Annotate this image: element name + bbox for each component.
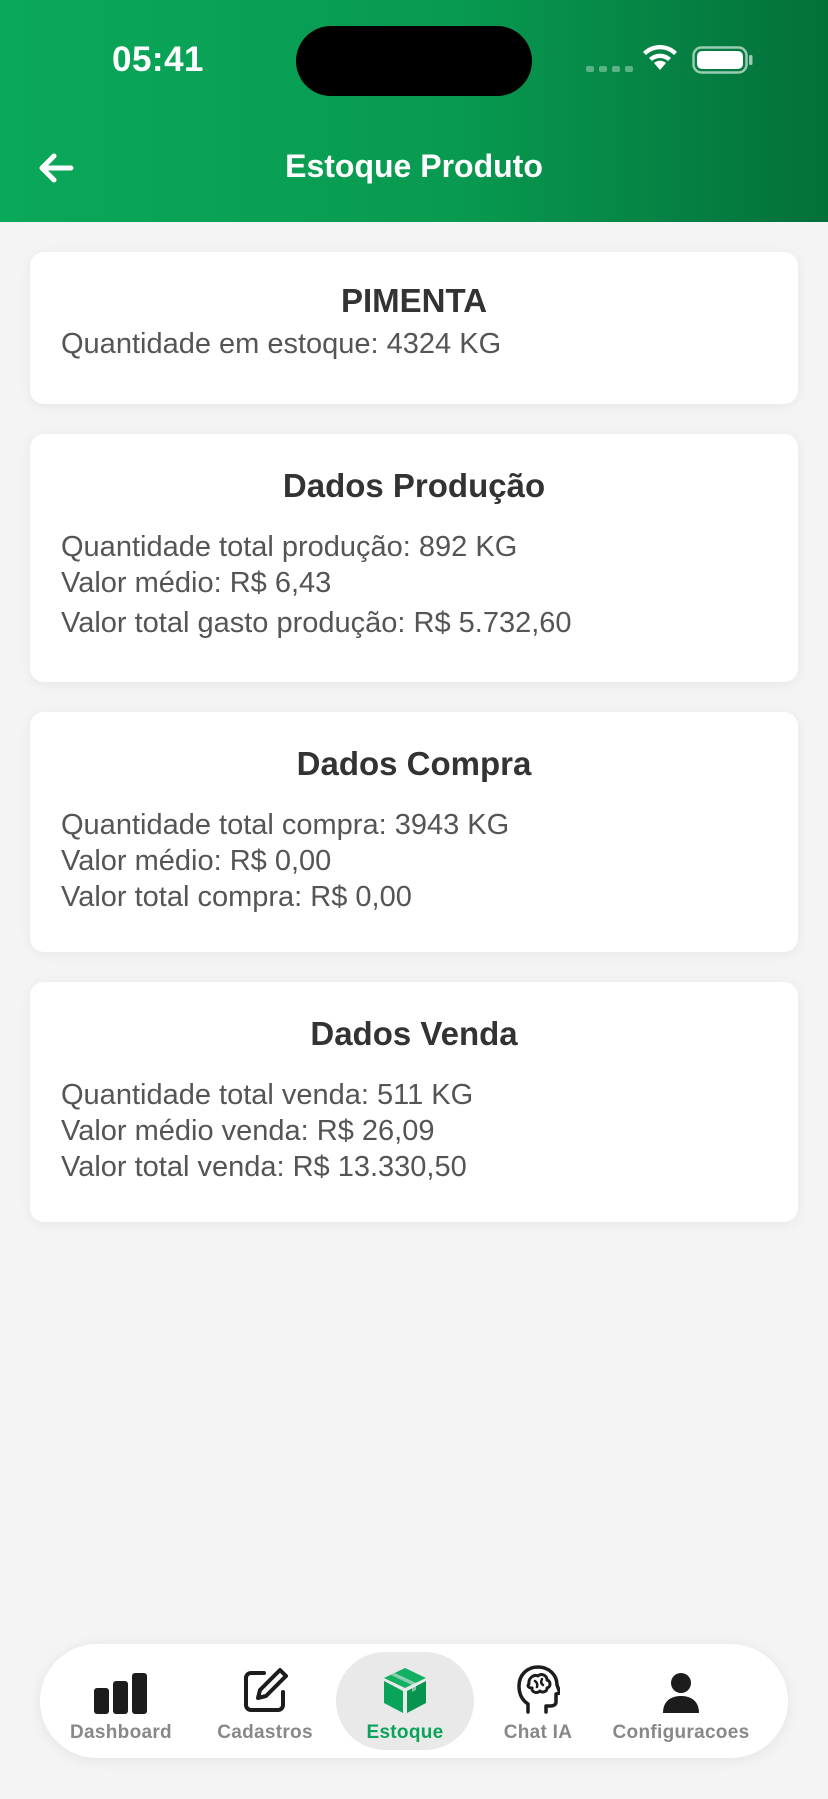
cellular-signal-icon <box>586 66 633 72</box>
purchase-total-value: Valor total compra: R$ 0,00 <box>61 881 412 913</box>
production-total-spent: Valor total gasto produção: R$ 5.732,60 <box>61 607 572 639</box>
box-icon <box>382 1658 428 1714</box>
production-card: Dados Produção Quantidade total produção… <box>30 434 798 682</box>
app-header: 05:41 Estoque Produto <box>0 0 828 222</box>
bar-chart-icon <box>93 1658 149 1714</box>
nav-label-chat-ia: Chat IA <box>503 1722 573 1743</box>
product-card: PIMENTA Quantidade em estoque: 4324 KG <box>30 252 798 404</box>
production-total-quantity: Quantidade total produção: 892 KG <box>61 531 518 563</box>
battery-icon <box>692 46 754 79</box>
nav-label-configuracoes: Configuracoes <box>612 1722 750 1743</box>
nav-label-dashboard: Dashboard <box>70 1722 172 1743</box>
brain-head-icon <box>516 1658 560 1714</box>
nav-item-dashboard[interactable]: Dashboard <box>66 1652 176 1750</box>
wifi-icon <box>641 44 679 77</box>
nav-item-chat-ia[interactable]: Chat IA <box>488 1652 588 1750</box>
purchase-card: Dados Compra Quantidade total compra: 39… <box>30 712 798 952</box>
user-icon <box>661 1658 701 1714</box>
nav-item-estoque[interactable]: Estoque <box>336 1652 474 1750</box>
product-name: PIMENTA <box>340 282 488 319</box>
production-title: Dados Produção <box>282 467 546 504</box>
nav-label-cadastros: Cadastros <box>217 1722 313 1743</box>
purchase-title: Dados Compra <box>296 745 532 782</box>
purchase-total-quantity: Quantidade total compra: 3943 KG <box>61 809 510 841</box>
sales-card: Dados Venda Quantidade total venda: 511 … <box>30 982 798 1222</box>
stock-quantity: Quantidade em estoque: 4324 KG <box>61 328 502 360</box>
production-average-value: Valor médio: R$ 6,43 <box>61 567 332 599</box>
screen: 05:41 Estoque Produto PIMENTA Quantidade… <box>0 0 828 1799</box>
sales-average-value: Valor médio venda: R$ 26,09 <box>61 1115 435 1147</box>
purchase-average-value: Valor médio: R$ 0,00 <box>61 845 332 877</box>
edit-icon <box>242 1658 288 1714</box>
bottom-nav: Dashboard Cadastros Estoque Chat IA Conf… <box>40 1644 788 1758</box>
sales-total-value: Valor total venda: R$ 13.330,50 <box>61 1151 467 1183</box>
dynamic-island <box>296 26 532 96</box>
nav-item-configuracoes[interactable]: Configuracoes <box>606 1652 756 1750</box>
sales-total-quantity: Quantidade total venda: 511 KG <box>61 1079 474 1111</box>
page-title: Estoque Produto <box>285 148 543 184</box>
nav-item-cadastros[interactable]: Cadastros <box>210 1652 320 1750</box>
sales-title: Dados Venda <box>310 1015 518 1052</box>
status-time: 05:41 <box>112 40 205 79</box>
nav-label-estoque: Estoque <box>366 1722 444 1743</box>
